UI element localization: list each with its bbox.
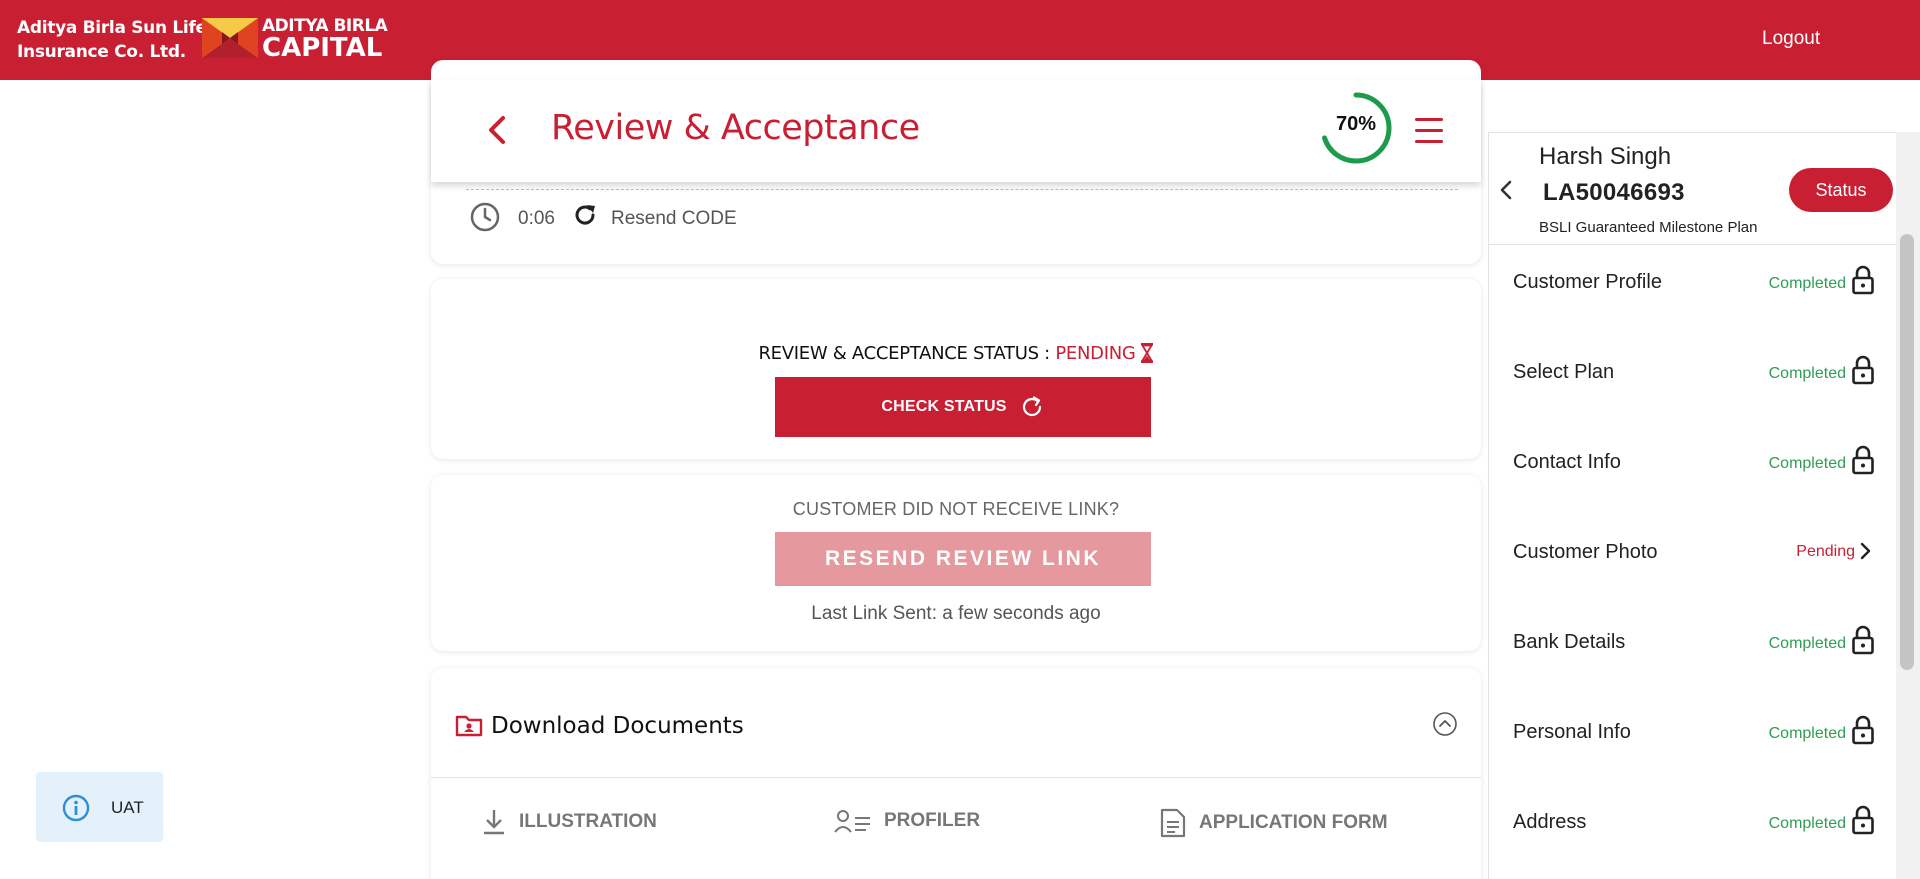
application-progress-panel: Harsh Singh LA50046693 BSLI Guaranteed M…: [1488, 132, 1901, 879]
download-documents-title: Download Documents: [491, 713, 744, 739]
company-name-line1: Aditya Birla Sun Life: [17, 18, 207, 38]
step-customer-photo[interactable]: Customer Photo Pending: [1489, 541, 1901, 631]
check-status-label: CHECK STATUS: [881, 398, 1007, 415]
step-customer-profile[interactable]: Customer Profile Completed: [1489, 265, 1901, 361]
back-arrow-icon[interactable]: [485, 112, 509, 148]
review-status-line: REVIEW & ACCEPTANCE STATUS : PENDING: [431, 343, 1481, 364]
check-status-button[interactable]: CHECK STATUS: [775, 377, 1151, 437]
application-form-download-link[interactable]: APPLICATION FORM: [1159, 808, 1388, 838]
resend-link-card: CUSTOMER DID NOT RECEIVE LINK? RESEND RE…: [431, 475, 1481, 651]
hourglass-icon: [1140, 343, 1153, 363]
lock-icon: [1852, 445, 1874, 475]
otp-timer: 0:06: [518, 208, 555, 229]
lock-icon: [1852, 715, 1874, 745]
step-status: Completed: [1768, 455, 1846, 472]
page-title-bar: Review & Acceptance 70%: [431, 80, 1481, 182]
step-label: Select Plan: [1513, 361, 1615, 383]
review-status-card: REVIEW & ACCEPTANCE STATUS : PENDING CHE…: [431, 279, 1481, 459]
chevron-left-icon[interactable]: [1499, 179, 1513, 201]
document-icon: [1160, 808, 1186, 838]
step-label: Personal Info: [1513, 721, 1631, 743]
customer-summary: Harsh Singh LA50046693 BSLI Guaranteed M…: [1489, 133, 1901, 245]
resend-review-link-button[interactable]: RESEND REVIEW LINK: [775, 532, 1151, 586]
application-form-label: APPLICATION FORM: [1199, 812, 1388, 833]
step-select-plan[interactable]: Select Plan Completed: [1489, 355, 1901, 451]
folder-icon: [455, 715, 483, 737]
refresh-icon: [1022, 396, 1041, 417]
logout-link[interactable]: Logout: [1762, 28, 1820, 50]
progress-percentage: 70%: [1335, 113, 1377, 135]
page-title: Review & Acceptance: [551, 108, 920, 148]
refresh-icon[interactable]: [572, 202, 598, 228]
step-status: Completed: [1768, 815, 1846, 832]
download-icon: [484, 810, 504, 835]
link-not-received-prompt: CUSTOMER DID NOT RECEIVE LINK?: [792, 499, 1120, 519]
application-id: LA50046693: [1543, 179, 1685, 206]
lock-icon: [1852, 805, 1874, 835]
brand-wordmark-line2: CAPITAL: [262, 33, 383, 63]
environment-label: UAT: [111, 798, 144, 817]
lock-icon: [1852, 355, 1874, 385]
download-documents-header[interactable]: Download Documents: [431, 668, 1481, 778]
step-status: Completed: [1768, 725, 1846, 742]
status-button[interactable]: Status: [1789, 168, 1893, 212]
illustration-label: ILLUSTRATION: [519, 811, 657, 832]
step-label: Address: [1513, 811, 1587, 833]
step-bank-details[interactable]: Bank Details Completed: [1489, 625, 1901, 721]
lock-icon: [1852, 625, 1874, 655]
lock-icon: [1852, 265, 1874, 295]
divider: [466, 189, 1458, 190]
step-status: Completed: [1768, 275, 1846, 292]
step-contact-info[interactable]: Contact Info Completed: [1489, 445, 1901, 541]
step-status: Completed: [1768, 635, 1846, 652]
clock-icon: [470, 202, 500, 232]
hamburger-menu-icon[interactable]: [1415, 118, 1443, 144]
step-status: Pending: [1796, 543, 1855, 560]
profile-list-icon: [834, 810, 870, 833]
step-status: Completed: [1768, 365, 1846, 382]
plan-name: BSLI Guaranteed Milestone Plan: [1539, 219, 1758, 236]
step-label: Customer Profile: [1513, 271, 1662, 293]
company-name: Aditya Birla Sun Life Insurance Co. Ltd.: [17, 16, 207, 64]
step-label: Bank Details: [1513, 631, 1626, 653]
last-link-sent-text: Last Link Sent: a few seconds ago: [811, 603, 1101, 624]
customer-name: Harsh Singh: [1539, 143, 1672, 170]
illustration-download-link[interactable]: ILLUSTRATION: [481, 808, 657, 836]
side-panel-scrollbar-thumb[interactable]: [1900, 234, 1914, 670]
profiler-label: PROFILER: [884, 810, 981, 831]
info-icon: [62, 794, 90, 822]
review-status-value: PENDING: [1055, 343, 1136, 364]
review-status-label: REVIEW & ACCEPTANCE STATUS :: [758, 343, 1056, 364]
aditya-birla-logo-icon: [202, 18, 258, 58]
step-label: Contact Info: [1513, 451, 1621, 473]
step-personal-info[interactable]: Personal Info Completed: [1489, 715, 1901, 811]
environment-badge: UAT: [36, 772, 163, 842]
resend-code-link[interactable]: Resend CODE: [611, 208, 737, 230]
profiler-download-link[interactable]: PROFILER: [834, 808, 980, 834]
company-name-line2: Insurance Co. Ltd.: [17, 42, 186, 62]
chevron-up-circle-icon[interactable]: [1432, 711, 1458, 737]
step-label: Customer Photo: [1513, 541, 1658, 563]
download-documents-card: Download Documents ILLUSTRATION PROFILER: [431, 668, 1481, 879]
chevron-right-icon: [1860, 542, 1871, 560]
step-address[interactable]: Address Completed: [1489, 805, 1901, 879]
brand-wordmark: ADITYA BIRLA CAPITAL: [262, 16, 388, 63]
